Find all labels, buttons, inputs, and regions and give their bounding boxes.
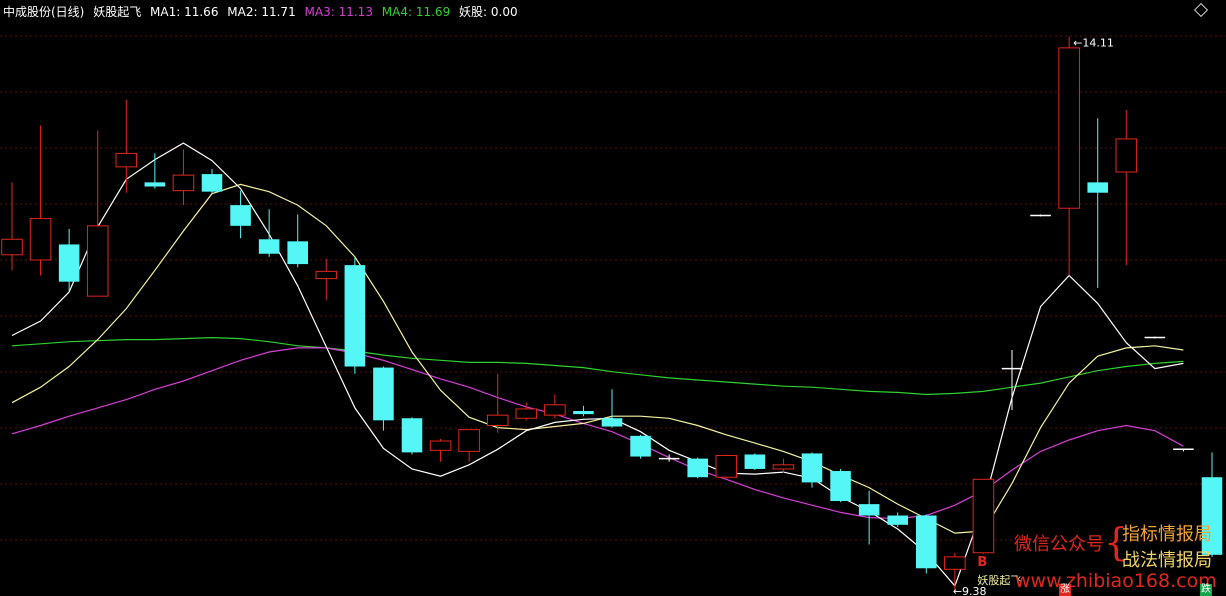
candle-body: [58, 244, 80, 282]
candle-body: [544, 404, 566, 416]
candle-body: [258, 239, 280, 254]
candle-body: [601, 418, 623, 427]
watermark-line2: 战法情报局: [1122, 550, 1212, 571]
stock-name: 中成股份(日线): [3, 5, 85, 19]
candle-body: [29, 218, 52, 261]
candle-body: [287, 241, 308, 265]
candle-body: [1115, 138, 1138, 173]
ma2-value: MA2: 11.71: [227, 5, 296, 19]
candle-body: [458, 429, 480, 452]
candle-body: [972, 478, 995, 554]
candle-body: [401, 418, 423, 453]
candle-body: [573, 411, 594, 415]
candle-body: [315, 270, 338, 280]
ma2-line: [11, 183, 1184, 534]
candle-body: [1087, 182, 1108, 193]
watermark-line1: 指标情报局: [1122, 524, 1212, 545]
candle-body: [201, 174, 223, 192]
candle-body: [916, 515, 937, 569]
candle-body: [172, 174, 195, 192]
candle-body: [1, 238, 23, 256]
candle-body: [944, 556, 966, 570]
candle-body: [429, 440, 452, 451]
ma1-value: MA1: 11.66: [150, 5, 219, 19]
candle-body: [144, 182, 166, 187]
candle-body: [772, 464, 795, 470]
ma4-line: [11, 336, 1184, 396]
candle-body: [115, 152, 138, 168]
candle-body: [830, 471, 851, 502]
yao-value: 妖股: 0.00: [459, 5, 518, 19]
candle-body: [687, 458, 708, 478]
candle-body: [515, 408, 538, 419]
ma3-value: MA3: 11.13: [304, 5, 373, 19]
candle-body: [344, 265, 366, 367]
candle-body: [715, 455, 738, 478]
fall-marker: 跌: [1200, 584, 1212, 596]
candle-body: [486, 414, 509, 426]
ma4-value: MA4: 11.69: [381, 5, 451, 19]
ma1-line: [11, 142, 1184, 588]
rise-marker: 涨: [1059, 584, 1071, 596]
candle-body: [230, 205, 251, 226]
high-price-label: ←14.11: [1073, 36, 1114, 49]
ma3-line: [11, 347, 1184, 520]
candle-body: [801, 453, 823, 483]
candle-body: [744, 454, 766, 469]
buy-signal: B: [977, 555, 987, 570]
candle-body: [858, 504, 880, 516]
candlestick-chart: ←14.11←9.38B妖股起飞: [0, 35, 1226, 596]
indicator-name: 妖股起飞: [93, 5, 142, 19]
candle-body: [887, 515, 908, 525]
candle-body: [1058, 47, 1080, 209]
legend-bar: 中成股份(日线) 妖股起飞 MA1: 11.66 MA2: 11.71 MA3:…: [3, 3, 523, 20]
candle-body: [630, 435, 651, 457]
candle-body: [373, 367, 394, 421]
watermark-site: www.zhibiao168.com: [1015, 570, 1217, 592]
watermark-wechat: 微信公众号: [1014, 534, 1104, 555]
candle-body: [86, 225, 109, 297]
